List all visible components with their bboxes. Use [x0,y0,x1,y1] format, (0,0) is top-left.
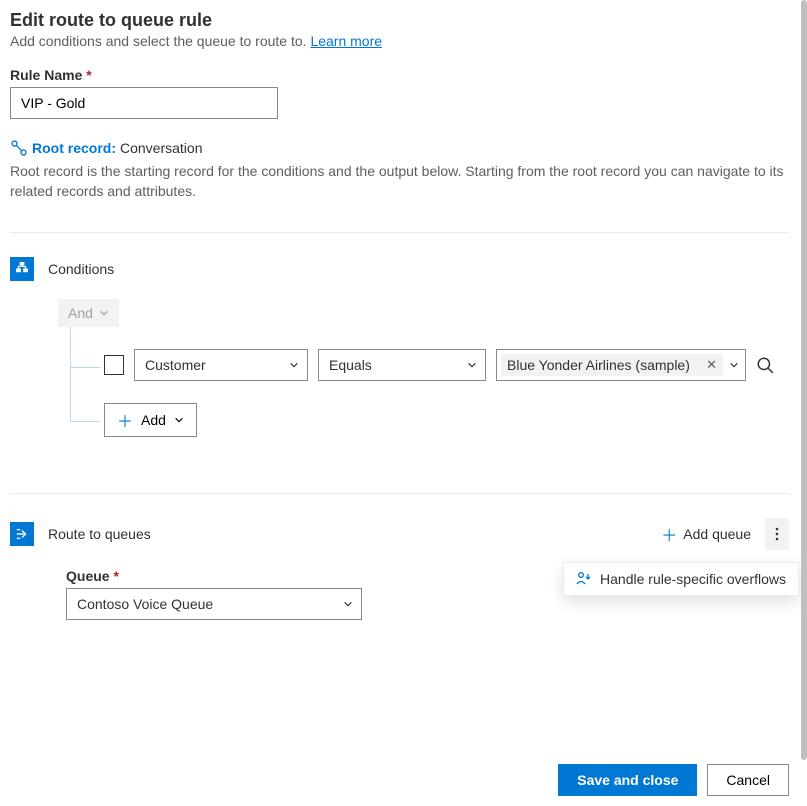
required-star: * [86,67,91,83]
root-record-icon [10,139,28,157]
condition-field-value: Customer [145,357,206,373]
more-vertical-icon [775,527,779,541]
overflow-flyout-item[interactable]: Handle rule-specific overflows [563,562,799,596]
route-section-icon [10,522,34,546]
page-title: Edit route to queue rule [10,10,789,31]
learn-more-link[interactable]: Learn more [310,33,382,49]
condition-operator-value: Equals [329,357,372,373]
token-remove-icon[interactable]: ✕ [706,357,717,373]
condition-value-token: Blue Yonder Airlines (sample) ✕ [501,354,723,376]
vertical-scrollbar[interactable] [801,0,807,760]
route-title: Route to queues [48,526,151,542]
combiner-and-dropdown[interactable]: And [58,299,119,327]
chevron-down-icon [467,360,477,370]
root-record-value: Conversation [120,140,203,156]
add-queue-button[interactable]: ＋ Add queue [655,518,757,550]
root-record-label: Root record: [32,140,116,156]
condition-checkbox[interactable] [104,355,124,375]
tree-connector [70,367,100,368]
plus-icon: ＋ [117,408,133,432]
overflow-icon [576,571,592,587]
add-condition-button[interactable]: ＋ Add [104,403,197,437]
chevron-down-icon [289,360,299,370]
queue-select-value: Contoso Voice Queue [77,596,213,612]
required-star: * [113,568,118,584]
divider [10,493,789,494]
overflow-flyout-label: Handle rule-specific overflows [600,571,786,587]
condition-field-select[interactable]: Customer [134,349,308,381]
tree-connector [70,421,100,422]
add-queue-label: Add queue [683,526,751,542]
chevron-down-icon [174,415,184,425]
condition-value-lookup[interactable]: Blue Yonder Airlines (sample) ✕ [496,349,746,381]
page-subtitle: Add conditions and select the queue to r… [10,33,789,49]
save-and-close-button[interactable]: Save and close [558,764,697,796]
subtitle-text: Add conditions and select the queue to r… [10,33,307,49]
condition-value-text: Blue Yonder Airlines (sample) [507,357,690,373]
condition-operator-select[interactable]: Equals [318,349,486,381]
search-icon[interactable] [756,356,774,374]
add-condition-label: Add [141,412,166,428]
conditions-title: Conditions [48,261,114,277]
cancel-button[interactable]: Cancel [707,764,789,796]
chevron-down-icon [729,360,739,370]
conditions-section-icon [10,257,34,281]
queue-label-text: Queue [66,568,110,584]
combiner-label: And [68,305,93,321]
rule-name-label: Rule Name * [10,67,789,83]
divider [10,232,789,233]
more-actions-button[interactable] [765,518,789,550]
chevron-down-icon [343,599,353,609]
root-record-description: Root record is the starting record for t… [10,161,789,202]
chevron-down-icon [99,308,109,318]
tree-connector [70,327,71,367]
plus-icon: ＋ [661,522,677,546]
tree-connector [70,363,71,421]
queue-select[interactable]: Contoso Voice Queue [66,588,362,620]
rule-name-label-text: Rule Name [10,67,82,83]
rule-name-input[interactable] [10,87,278,119]
